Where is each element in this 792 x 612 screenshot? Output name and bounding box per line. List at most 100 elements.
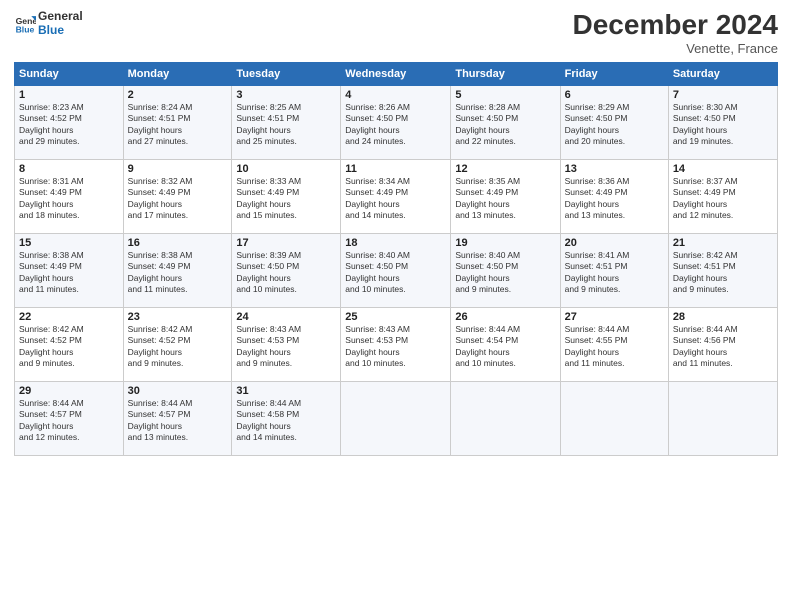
calendar-cell: 20Sunrise: 8:41 AMSunset: 4:51 PMDayligh… [560,233,668,307]
weekday-header-tuesday: Tuesday [232,62,341,85]
day-number: 6 [565,89,664,101]
svg-text:Blue: Blue [16,24,35,34]
calendar-cell: 2Sunrise: 8:24 AMSunset: 4:51 PMDaylight… [123,85,232,159]
day-detail: Sunrise: 8:29 AMSunset: 4:50 PMDaylight … [565,102,664,148]
calendar-cell [341,381,451,455]
calendar-cell: 15Sunrise: 8:38 AMSunset: 4:49 PMDayligh… [15,233,124,307]
day-number: 19 [455,237,555,249]
day-number: 12 [455,163,555,175]
calendar-cell: 28Sunrise: 8:44 AMSunset: 4:56 PMDayligh… [668,307,777,381]
calendar-cell: 25Sunrise: 8:43 AMSunset: 4:53 PMDayligh… [341,307,451,381]
calendar-cell: 4Sunrise: 8:26 AMSunset: 4:50 PMDaylight… [341,85,451,159]
day-number: 22 [19,311,119,323]
day-detail: Sunrise: 8:44 AMSunset: 4:57 PMDaylight … [19,398,119,444]
day-number: 15 [19,237,119,249]
week-row-3: 15Sunrise: 8:38 AMSunset: 4:49 PMDayligh… [15,233,778,307]
calendar-cell: 1Sunrise: 8:23 AMSunset: 4:52 PMDaylight… [15,85,124,159]
calendar-table: SundayMondayTuesdayWednesdayThursdayFrid… [14,62,778,456]
day-number: 8 [19,163,119,175]
day-detail: Sunrise: 8:43 AMSunset: 4:53 PMDaylight … [345,324,446,370]
calendar-cell [451,381,560,455]
calendar-cell [668,381,777,455]
week-row-4: 22 Sunrise: 8:42 AMSunset: 4:52 PMDayligh… [15,307,778,381]
day-number: 29 [19,385,119,397]
day-detail: Sunrise: 8:32 AMSunset: 4:49 PMDaylight … [128,176,228,222]
calendar-cell: 29Sunrise: 8:44 AMSunset: 4:57 PMDayligh… [15,381,124,455]
day-number: 31 [236,385,336,397]
calendar-cell: 11Sunrise: 8:34 AMSunset: 4:49 PMDayligh… [341,159,451,233]
day-number: 21 [673,237,773,249]
calendar-cell: 19Sunrise: 8:40 AMSunset: 4:50 PMDayligh… [451,233,560,307]
day-detail: Sunrise: 8:34 AMSunset: 4:49 PMDaylight … [345,176,446,222]
day-detail: Sunrise: 8:23 AMSunset: 4:52 PMDaylight … [19,102,119,148]
day-detail: Sunrise: 8:42 AMSunset: 4:51 PMDaylight … [673,250,773,296]
logo-blue: Blue [38,24,83,38]
day-detail: Sunrise: 8:37 AMSunset: 4:49 PMDaylight … [673,176,773,222]
calendar-cell: 9Sunrise: 8:32 AMSunset: 4:49 PMDaylight… [123,159,232,233]
day-detail: Sunrise: 8:25 AMSunset: 4:51 PMDaylight … [236,102,336,148]
day-detail: Sunrise: 8:35 AMSunset: 4:49 PMDaylight … [455,176,555,222]
calendar-cell: 13Sunrise: 8:36 AMSunset: 4:49 PMDayligh… [560,159,668,233]
day-detail: Sunrise: 8:30 AMSunset: 4:50 PMDaylight … [673,102,773,148]
day-detail: Sunrise: 8:38 AMSunset: 4:49 PMDaylight … [19,250,119,296]
location: Venette, France [573,41,778,56]
week-row-1: 1Sunrise: 8:23 AMSunset: 4:52 PMDaylight… [15,85,778,159]
day-number: 3 [236,89,336,101]
day-number: 7 [673,89,773,101]
day-number: 25 [345,311,446,323]
weekday-header-row: SundayMondayTuesdayWednesdayThursdayFrid… [15,62,778,85]
weekday-header-friday: Friday [560,62,668,85]
day-number: 23 [128,311,228,323]
day-detail: Sunrise: 8:42 AMSunset: 4:52 PMDaylight … [128,324,228,370]
day-detail: Sunrise: 8:39 AMSunset: 4:50 PMDaylight … [236,250,336,296]
month-title: December 2024 [573,10,778,41]
day-number: 13 [565,163,664,175]
day-detail: Sunrise: 8:26 AMSunset: 4:50 PMDaylight … [345,102,446,148]
day-number: 14 [673,163,773,175]
day-detail: Sunrise: 8:41 AMSunset: 4:51 PMDaylight … [565,250,664,296]
day-detail: Sunrise: 8:40 AMSunset: 4:50 PMDaylight … [455,250,555,296]
calendar-cell: 8Sunrise: 8:31 AMSunset: 4:49 PMDaylight… [15,159,124,233]
title-block: December 2024 Venette, France [573,10,778,56]
calendar-cell [560,381,668,455]
calendar-cell: 3Sunrise: 8:25 AMSunset: 4:51 PMDaylight… [232,85,341,159]
calendar-cell: 30Sunrise: 8:44 AMSunset: 4:57 PMDayligh… [123,381,232,455]
day-number: 17 [236,237,336,249]
day-detail: Sunrise: 8:40 AMSunset: 4:50 PMDaylight … [345,250,446,296]
day-detail: Sunrise: 8:24 AMSunset: 4:51 PMDaylight … [128,102,228,148]
day-detail: Sunrise: 8:33 AMSunset: 4:49 PMDaylight … [236,176,336,222]
calendar-cell: 17Sunrise: 8:39 AMSunset: 4:50 PMDayligh… [232,233,341,307]
calendar-cell: 5Sunrise: 8:28 AMSunset: 4:50 PMDaylight… [451,85,560,159]
calendar-cell: 21Sunrise: 8:42 AMSunset: 4:51 PMDayligh… [668,233,777,307]
day-detail: Sunrise: 8:36 AMSunset: 4:49 PMDaylight … [565,176,664,222]
week-row-5: 29Sunrise: 8:44 AMSunset: 4:57 PMDayligh… [15,381,778,455]
calendar-cell: 26Sunrise: 8:44 AMSunset: 4:54 PMDayligh… [451,307,560,381]
day-detail: Sunrise: 8:44 AMSunset: 4:55 PMDaylight … [565,324,664,370]
calendar-container: General Blue General Blue December 2024 … [0,0,792,466]
calendar-cell: 12Sunrise: 8:35 AMSunset: 4:49 PMDayligh… [451,159,560,233]
weekday-header-monday: Monday [123,62,232,85]
day-number: 16 [128,237,228,249]
day-number: 27 [565,311,664,323]
calendar-cell: 16Sunrise: 8:38 AMSunset: 4:49 PMDayligh… [123,233,232,307]
day-detail: Sunrise: 8:44 AMSunset: 4:58 PMDaylight … [236,398,336,444]
day-number: 2 [128,89,228,101]
day-number: 24 [236,311,336,323]
calendar-cell: 31Sunrise: 8:44 AMSunset: 4:58 PMDayligh… [232,381,341,455]
calendar-cell: 27Sunrise: 8:44 AMSunset: 4:55 PMDayligh… [560,307,668,381]
day-number: 11 [345,163,446,175]
calendar-cell: 23Sunrise: 8:42 AMSunset: 4:52 PMDayligh… [123,307,232,381]
calendar-cell: 6Sunrise: 8:29 AMSunset: 4:50 PMDaylight… [560,85,668,159]
day-number: 26 [455,311,555,323]
day-number: 4 [345,89,446,101]
logo: General Blue General Blue [14,10,83,38]
day-detail: Sunrise: 8:44 AMSunset: 4:57 PMDaylight … [128,398,228,444]
calendar-cell: 7Sunrise: 8:30 AMSunset: 4:50 PMDaylight… [668,85,777,159]
weekday-header-sunday: Sunday [15,62,124,85]
day-number: 5 [455,89,555,101]
calendar-cell: 14Sunrise: 8:37 AMSunset: 4:49 PMDayligh… [668,159,777,233]
weekday-header-saturday: Saturday [668,62,777,85]
weekday-header-thursday: Thursday [451,62,560,85]
day-detail: Sunrise: 8:44 AMSunset: 4:54 PMDaylight … [455,324,555,370]
day-number: 18 [345,237,446,249]
